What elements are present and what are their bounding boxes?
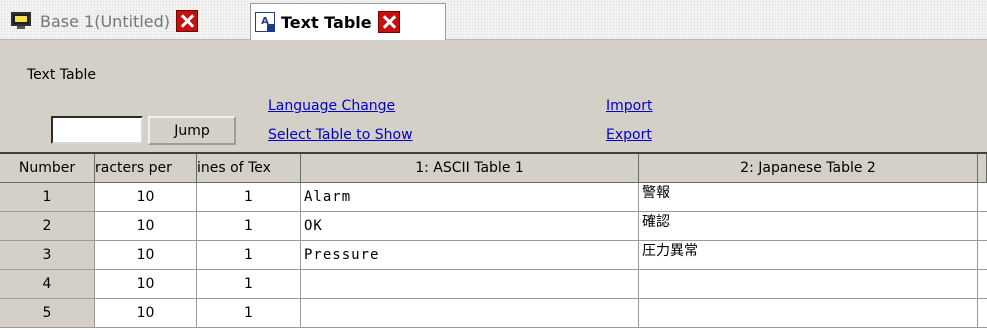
import-link[interactable]: Import [606, 98, 652, 114]
close-icon[interactable] [377, 11, 400, 33]
lines-cell[interactable]: 1 [197, 183, 301, 212]
ascii-text-cell[interactable]: OK [301, 212, 639, 241]
close-icon[interactable] [176, 10, 198, 32]
column-header-lines[interactable]: ines of Tex [197, 154, 301, 183]
lines-cell[interactable]: 1 [197, 299, 301, 328]
japanese-text-cell[interactable] [639, 299, 978, 328]
column-header-ascii-table[interactable]: 1: ASCII Table 1 [301, 154, 639, 183]
japanese-text-cell[interactable]: 確認 [639, 212, 978, 241]
tab-base-1[interactable]: Base 1(Untitled) [4, 4, 250, 38]
row-number[interactable]: 4 [0, 270, 95, 299]
japanese-text-cell[interactable]: 警報 [639, 183, 978, 212]
ascii-text-cell[interactable]: Pressure [301, 241, 639, 270]
table-row: 4 10 1 [0, 270, 987, 299]
column-header-characters[interactable]: racters per [95, 154, 197, 183]
table-row: 2 10 1 OK 確認 [0, 212, 987, 241]
row-number[interactable]: 1 [0, 183, 95, 212]
ascii-text-cell[interactable] [301, 299, 639, 328]
table-row: 5 10 1 [0, 299, 987, 328]
characters-cell[interactable]: 10 [95, 299, 197, 328]
tab-text-table[interactable]: A Text Table [250, 3, 446, 40]
language-change-link[interactable]: Language Change [268, 98, 395, 114]
lines-cell[interactable]: 1 [197, 270, 301, 299]
table-row: 1 10 1 Alarm 警報 [0, 183, 987, 212]
jump-button[interactable]: Jump [148, 116, 236, 145]
jump-input[interactable] [51, 116, 143, 144]
select-table-link[interactable]: Select Table to Show [268, 127, 413, 143]
row-number[interactable]: 3 [0, 241, 95, 270]
ascii-text-cell[interactable]: Alarm [301, 183, 639, 212]
filler-cell [978, 299, 987, 328]
row-number[interactable]: 2 [0, 212, 95, 241]
filler-cell [978, 270, 987, 299]
filler-cell [978, 241, 987, 270]
header-row: Number racters per ines of Tex 1: ASCII … [0, 154, 987, 183]
column-header-japanese-table[interactable]: 2: Japanese Table 2 [639, 154, 978, 183]
japanese-text-cell[interactable]: 圧力異常 [639, 241, 978, 270]
tab-strip: Base 1(Untitled) A Text Table [0, 0, 987, 40]
tab-label: Text Table [281, 12, 372, 32]
base-screen-icon [10, 12, 32, 30]
tab-label: Base 1(Untitled) [40, 11, 170, 31]
column-header-filler [978, 154, 987, 183]
characters-cell[interactable]: 10 [95, 212, 197, 241]
characters-cell[interactable]: 10 [95, 183, 197, 212]
ascii-text-cell[interactable] [301, 270, 639, 299]
text-table-grid: Number racters per ines of Tex 1: ASCII … [0, 152, 987, 330]
lines-cell[interactable]: 1 [197, 212, 301, 241]
row-number[interactable]: 5 [0, 299, 95, 328]
lines-cell[interactable]: 1 [197, 241, 301, 270]
filler-cell [978, 212, 987, 241]
characters-cell[interactable]: 10 [95, 270, 197, 299]
export-link[interactable]: Export [606, 127, 652, 143]
panel-title: Text Table [27, 67, 96, 83]
column-header-number[interactable]: Number [0, 154, 95, 183]
text-table-icon: A [255, 12, 275, 32]
table-row: 3 10 1 Pressure 圧力異常 [0, 241, 987, 270]
characters-cell[interactable]: 10 [95, 241, 197, 270]
filler-cell [978, 183, 987, 212]
japanese-text-cell[interactable] [639, 270, 978, 299]
